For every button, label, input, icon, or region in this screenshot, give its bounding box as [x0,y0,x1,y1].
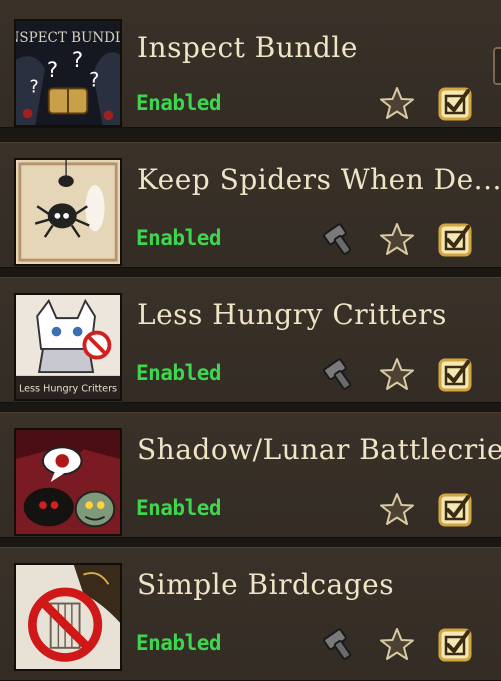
svg-text:INSPECT BUNDLE: INSPECT BUNDLE [16,30,120,46]
favorite-star-icon[interactable] [378,221,416,259]
mod-row[interactable]: Less Hungry Critters Less Hungry Critter… [0,277,501,403]
mod-thumbnail-shadow-lunar-battlecries [14,428,122,536]
svg-text:?: ? [89,68,99,91]
mod-status: Enabled [136,226,222,250]
enabled-checkbox-icon[interactable] [436,221,474,259]
mod-title: Inspect Bundle [137,31,358,64]
mod-thumbnail-less-hungry-critters: Less Hungry Critters [14,293,122,401]
thumbnail-text: Less Hungry Critters [19,383,117,394]
mod-row[interactable]: Shadow/Lunar Battlecries Enabled [0,412,501,538]
mod-row[interactable]: Simple Birdcages Enabled [0,547,501,681]
thumbnail-text: INSPECT BUNDLE [16,30,120,46]
mod-title: Keep Spiders When De... [137,163,501,196]
favorite-star-icon[interactable] [378,85,416,123]
favorite-star-icon[interactable] [378,491,416,529]
favorite-star-icon[interactable] [378,356,416,394]
mod-status: Enabled [136,91,222,115]
svg-text:?: ? [47,57,58,82]
mod-title: Less Hungry Critters [137,298,447,331]
mod-thumbnail-inspect-bundle: INSPECT BUNDLE ? ? ? ? [14,19,122,127]
mod-thumbnail-keep-spiders [14,158,122,266]
mod-row[interactable]: INSPECT BUNDLE ? ? ? ? Inspect Bundle En… [0,0,501,128]
mod-title: Shadow/Lunar Battlecries [137,433,501,466]
scroll-handle[interactable] [493,47,501,85]
svg-text:?: ? [72,47,83,72]
mod-status: Enabled [136,496,222,520]
mod-row[interactable]: Keep Spiders When De... Enabled [0,142,501,268]
enabled-checkbox-icon[interactable] [436,356,474,394]
favorite-star-icon[interactable] [378,626,416,664]
mod-thumbnail-simple-birdcages [14,563,122,671]
svg-text:Less Hungry Critters: Less Hungry Critters [19,383,117,394]
config-wrench-icon[interactable] [320,356,358,394]
enabled-checkbox-icon[interactable] [436,491,474,529]
enabled-checkbox-icon[interactable] [436,85,474,123]
mod-list: INSPECT BUNDLE ? ? ? ? Inspect Bundle En… [0,0,501,681]
mod-title: Simple Birdcages [137,568,395,601]
svg-text:?: ? [29,77,38,97]
config-wrench-icon[interactable] [320,221,358,259]
enabled-checkbox-icon[interactable] [436,626,474,664]
mod-status: Enabled [136,631,222,655]
mod-status: Enabled [136,361,222,385]
config-wrench-icon[interactable] [320,626,358,664]
